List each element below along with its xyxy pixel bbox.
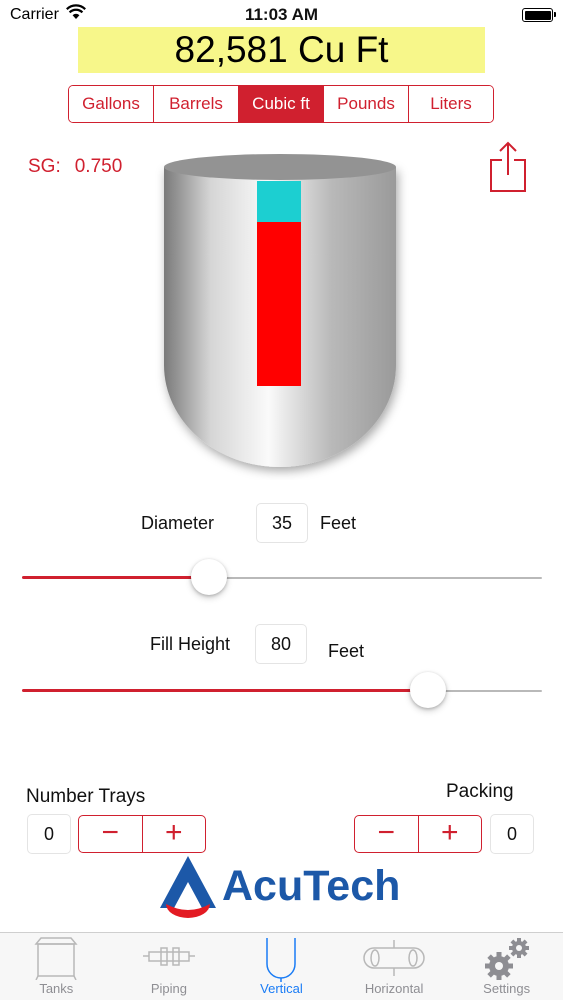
vertical-vessel-graphic bbox=[164, 154, 396, 467]
minus-icon: − bbox=[377, 815, 396, 849]
unit-segment-cubic-ft[interactable]: Cubic ft bbox=[239, 86, 324, 122]
unit-segment-liters[interactable]: Liters bbox=[409, 86, 493, 122]
diameter-slider-track bbox=[209, 576, 542, 579]
specific-gravity[interactable]: SG: 0.750 bbox=[28, 156, 122, 178]
number-trays-label: Number Trays bbox=[26, 786, 146, 807]
total-volume-banner: 82,581 Cu Ft bbox=[78, 27, 485, 73]
acutech-logo: AcuTech bbox=[160, 856, 400, 918]
tab-tanks[interactable]: Tanks bbox=[0, 933, 113, 1000]
packing-stepper: − + bbox=[354, 815, 482, 853]
tab-horizontal[interactable]: Horizontal bbox=[338, 933, 451, 1000]
pipe-icon bbox=[142, 947, 195, 966]
share-icon[interactable] bbox=[486, 140, 530, 194]
fill-height-input[interactable]: 80 bbox=[255, 624, 307, 664]
sg-value: 0.750 bbox=[74, 156, 123, 177]
packing-count-field[interactable]: 0 bbox=[490, 814, 534, 854]
diameter-slider-track-filled bbox=[22, 576, 210, 579]
fill-height-unit: Feet bbox=[328, 641, 365, 661]
trays-increment-button[interactable]: + bbox=[143, 816, 206, 852]
plus-icon: + bbox=[440, 815, 459, 849]
status-bar: Carrier 11:03 AM bbox=[0, 0, 563, 30]
status-time: 11:03 AM bbox=[244, 5, 319, 24]
unit-segment-gallons[interactable]: Gallons bbox=[69, 86, 154, 122]
total-volume-value: 82,581 Cu Ft bbox=[174, 29, 389, 70]
tab-settings[interactable]: Settings bbox=[450, 933, 563, 1000]
battery-icon bbox=[522, 8, 556, 22]
tab-label-vertical: Vertical bbox=[260, 981, 303, 996]
vessel-top bbox=[164, 154, 396, 180]
trays-decrement-button[interactable]: − bbox=[79, 816, 143, 852]
tab-label-tanks: Tanks bbox=[39, 981, 74, 996]
unit-segment-barrels[interactable]: Barrels bbox=[154, 86, 239, 122]
fill-height-slider-track-filled bbox=[22, 689, 428, 692]
vertical-vessel-icon bbox=[266, 938, 297, 982]
packing-increment-button[interactable]: + bbox=[419, 816, 482, 852]
packing-decrement-button[interactable]: − bbox=[355, 816, 419, 852]
tab-piping[interactable]: Piping bbox=[113, 933, 226, 1000]
diameter-unit: Feet bbox=[320, 513, 357, 533]
trays-count-field[interactable]: 0 bbox=[27, 814, 71, 854]
trays-stepper: − + bbox=[78, 815, 206, 853]
logo-text: AcuTech bbox=[222, 862, 400, 910]
horizontal-vessel-icon bbox=[363, 940, 425, 976]
diameter-input[interactable]: 35 bbox=[256, 503, 308, 543]
tab-label-piping: Piping bbox=[150, 981, 187, 996]
tab-label-horizontal: Horizontal bbox=[364, 981, 424, 996]
tab-vertical[interactable]: Vertical bbox=[225, 933, 338, 1000]
fill-height-slider[interactable] bbox=[22, 670, 542, 710]
liquid-level-indicator bbox=[257, 222, 301, 386]
tab-label-settings: Settings bbox=[483, 981, 531, 996]
gears-icon bbox=[484, 938, 529, 980]
unit-segment-pounds[interactable]: Pounds bbox=[324, 86, 409, 122]
diameter-slider-thumb[interactable] bbox=[191, 559, 228, 595]
packing-label: Packing bbox=[446, 781, 514, 802]
fill-height-slider-thumb[interactable] bbox=[409, 672, 446, 708]
diameter-slider[interactable] bbox=[22, 557, 542, 597]
diameter-label: Diameter bbox=[141, 513, 215, 533]
tab-bar: Tanks Piping Vertical Horizontal Setting… bbox=[0, 932, 563, 1000]
tank-icon bbox=[34, 937, 78, 980]
minus-icon: − bbox=[101, 815, 120, 849]
fill-height-label: Fill Height bbox=[150, 634, 231, 654]
plus-icon: + bbox=[164, 815, 183, 849]
sg-label: SG: bbox=[28, 156, 61, 177]
unit-segmented-control: Gallons Barrels Cubic ft Pounds Liters bbox=[68, 85, 494, 123]
vapor-level-indicator bbox=[257, 181, 301, 222]
